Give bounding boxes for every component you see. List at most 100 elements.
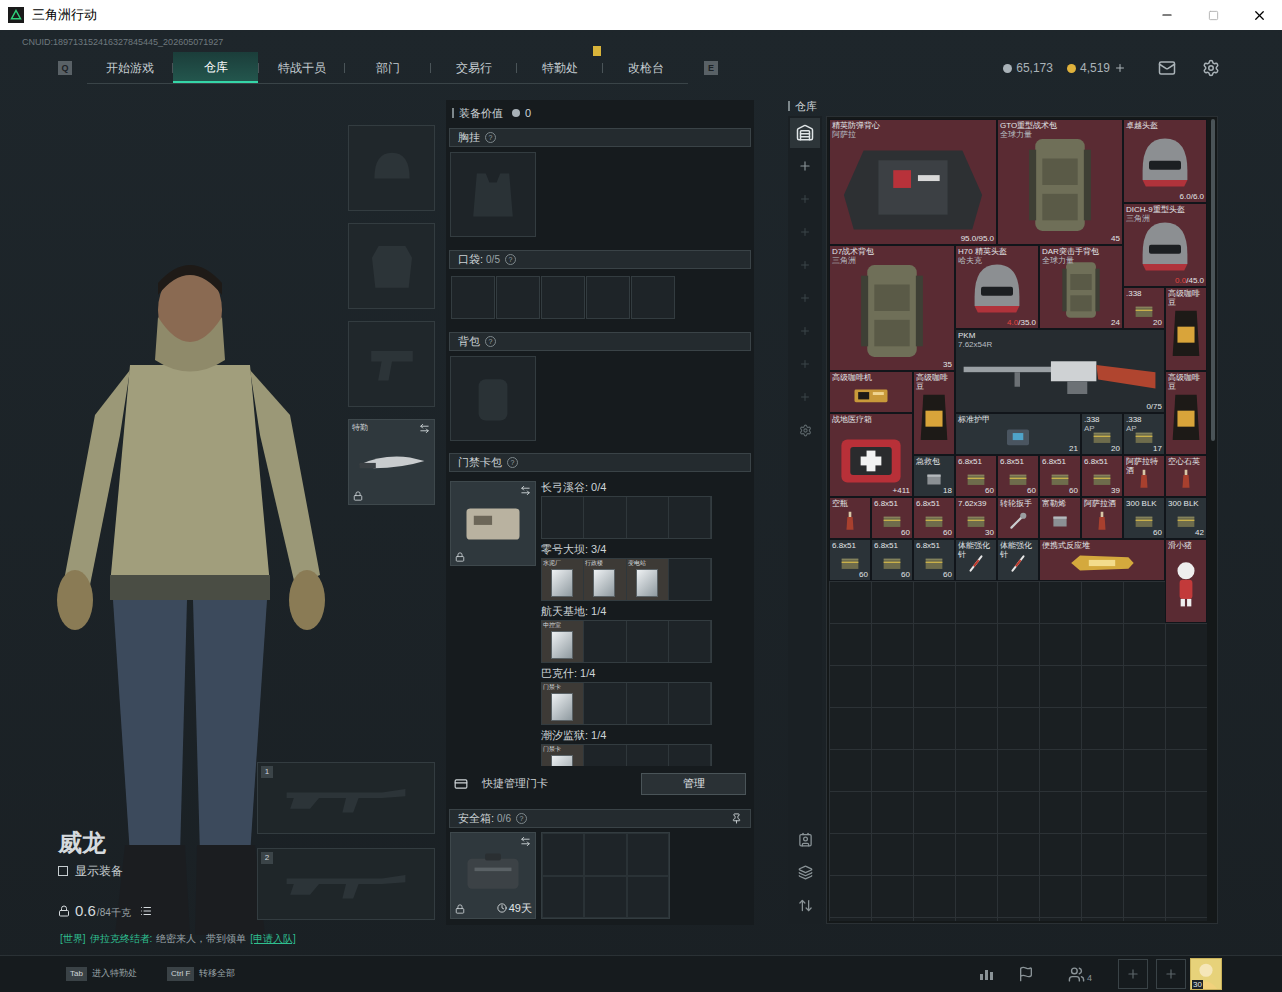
pocket-slot[interactable] xyxy=(631,276,675,319)
warehouse-item[interactable]: .338AP17 xyxy=(1123,413,1165,455)
help-mark[interactable]: ? xyxy=(507,457,518,468)
warehouse-item[interactable]: 便携式反应堆 xyxy=(1039,539,1165,581)
safe-slot[interactable] xyxy=(584,833,626,876)
add-warehouse-tab[interactable] xyxy=(790,151,820,181)
help-mark[interactable]: ? xyxy=(505,254,516,265)
warehouse-item[interactable]: 6.8x5160 xyxy=(955,455,997,497)
warehouse-item[interactable]: GTO重型战术包全球力量45 xyxy=(997,119,1123,245)
warehouse-item[interactable]: 精英防弹背心阿萨拉95.0/95.0 xyxy=(829,119,997,245)
pocket-slot[interactable] xyxy=(586,276,630,319)
keycard[interactable]: 变电站 xyxy=(627,559,668,600)
nav-tab[interactable]: 特勤处 xyxy=(517,52,602,83)
empty-warehouse-tab[interactable] xyxy=(790,184,820,214)
pocket-slot[interactable] xyxy=(541,276,585,319)
warehouse-scrollbar[interactable] xyxy=(1211,119,1215,921)
keycard-slot[interactable]: 门禁卡 xyxy=(542,745,584,766)
prev-tab-key[interactable]: Q xyxy=(58,61,72,75)
safe-slot[interactable] xyxy=(627,833,669,876)
close-button[interactable] xyxy=(1236,0,1282,30)
next-tab-key[interactable]: E xyxy=(704,61,718,75)
keycard-slot[interactable] xyxy=(627,497,669,538)
keycard-slot[interactable] xyxy=(542,497,584,538)
keycard[interactable]: 门禁卡 xyxy=(542,683,583,724)
empty-warehouse-tab[interactable] xyxy=(790,283,820,313)
nav-tab[interactable]: 特战干员 xyxy=(259,52,344,83)
stack-button[interactable] xyxy=(790,857,820,887)
empty-warehouse-tab[interactable] xyxy=(790,349,820,379)
warehouse-tab[interactable] xyxy=(790,118,820,148)
warehouse-item[interactable]: 高级咖啡豆 xyxy=(1165,371,1207,455)
key-hint[interactable]: Ctrl F转移全部 xyxy=(167,967,236,981)
keycard-slot[interactable]: 变电站 xyxy=(627,559,669,600)
warehouse-item[interactable]: 高级咖啡机 xyxy=(829,371,913,413)
warehouse-item[interactable]: 战地医疗箱+411 xyxy=(829,413,913,497)
warehouse-item[interactable]: .338AP20 xyxy=(1081,413,1123,455)
warehouse-item[interactable]: 滑小猪 xyxy=(1165,539,1207,623)
warehouse-item[interactable]: 6.8x5160 xyxy=(871,497,913,539)
warehouse-item[interactable]: 空心石英 xyxy=(1165,455,1207,497)
keycard[interactable]: 中控室 xyxy=(542,621,583,662)
nav-tab[interactable]: 仓库 xyxy=(173,52,258,83)
keycard[interactable]: 门禁卡 xyxy=(542,745,583,766)
keycard-slot[interactable] xyxy=(584,683,626,724)
warehouse-item[interactable]: DAR突击手背包全球力量24 xyxy=(1039,245,1123,329)
warehouse-item[interactable]: 6.8x5160 xyxy=(829,539,871,581)
pin-icon[interactable] xyxy=(731,813,742,824)
keycard-slot[interactable] xyxy=(669,621,711,662)
warehouse-item[interactable]: 富勒烯 xyxy=(1039,497,1081,539)
invite-slot[interactable] xyxy=(1156,959,1186,989)
warehouse-item[interactable]: 阿萨拉特酒 xyxy=(1123,455,1165,497)
empty-warehouse-tab[interactable] xyxy=(790,316,820,346)
checkbox[interactable] xyxy=(58,866,68,876)
keycard-slot[interactable]: 门禁卡 xyxy=(542,683,584,724)
keycard[interactable]: 行政楼 xyxy=(584,559,625,600)
keycard-slot[interactable]: 中控室 xyxy=(542,621,584,662)
nav-tab[interactable]: 部门 xyxy=(345,52,430,83)
help-mark[interactable]: ? xyxy=(485,336,496,347)
warehouse-item[interactable]: 6.8x5160 xyxy=(997,455,1039,497)
keycard-slot[interactable]: 行政楼 xyxy=(584,559,626,600)
invite-slot[interactable] xyxy=(1118,959,1148,989)
pocket-slot[interactable] xyxy=(451,276,495,319)
keycard-slot[interactable] xyxy=(584,745,626,766)
warehouse-item[interactable]: PKM7.62x54R0/75 xyxy=(955,329,1165,413)
empty-warehouse-tab[interactable] xyxy=(790,250,820,280)
settings-icon[interactable] xyxy=(1202,59,1220,77)
melee-slot[interactable]: 特勤 xyxy=(348,419,435,505)
swap-icon[interactable] xyxy=(419,423,430,434)
help-mark[interactable]: ? xyxy=(485,132,496,143)
warehouse-item[interactable]: D7战术背包三角洲35 xyxy=(829,245,955,371)
warehouse-item[interactable]: 高级咖啡豆 xyxy=(913,371,955,455)
backpack-slot[interactable] xyxy=(450,356,536,441)
chat-line[interactable]: [世界]伊拉克终结者:绝密来人，带到领单[申请入队] xyxy=(0,920,446,955)
warehouse-item[interactable]: 标准护甲21 xyxy=(955,413,1081,455)
warehouse-item[interactable]: 空瓶 xyxy=(829,497,871,539)
warehouse-item[interactable]: H70 精英头盔哈夫克4.0/35.0 xyxy=(955,245,1039,329)
helmet-slot[interactable] xyxy=(348,125,435,211)
key-hint[interactable]: Tab进入特勤处 xyxy=(66,967,137,981)
keycard-slot[interactable] xyxy=(584,497,626,538)
warehouse-item[interactable]: DICH-9重型头盔三角洲0.0/45.0 xyxy=(1123,203,1207,287)
safe-slot[interactable] xyxy=(627,876,669,919)
empty-warehouse-tab[interactable] xyxy=(790,382,820,412)
player-avatar[interactable]: 30 xyxy=(1190,958,1222,990)
safe-slot[interactable] xyxy=(542,876,584,919)
stats-chart-icon[interactable] xyxy=(978,966,994,982)
keycard-slot[interactable]: 水泥厂 xyxy=(542,559,584,600)
safe-slot[interactable] xyxy=(584,876,626,919)
warehouse-settings[interactable] xyxy=(790,415,820,445)
locker-button[interactable] xyxy=(790,824,820,854)
keycard-slot[interactable] xyxy=(669,497,711,538)
sort-button[interactable] xyxy=(790,890,820,920)
keycard-slot[interactable] xyxy=(627,683,669,724)
warehouse-item[interactable]: 体能强化针 xyxy=(997,539,1039,581)
keycard-pack[interactable] xyxy=(450,481,536,566)
keycard-slot[interactable] xyxy=(627,745,669,766)
pocket-slot[interactable] xyxy=(496,276,540,319)
warehouse-item[interactable]: 6.8x5160 xyxy=(1039,455,1081,497)
manage-button[interactable]: 管理 xyxy=(641,773,746,795)
warehouse-item[interactable]: 高级咖啡豆 xyxy=(1165,287,1207,371)
chest-rig-slot[interactable] xyxy=(450,152,536,237)
help-mark[interactable]: ? xyxy=(516,813,527,824)
minimize-button[interactable] xyxy=(1144,0,1190,30)
